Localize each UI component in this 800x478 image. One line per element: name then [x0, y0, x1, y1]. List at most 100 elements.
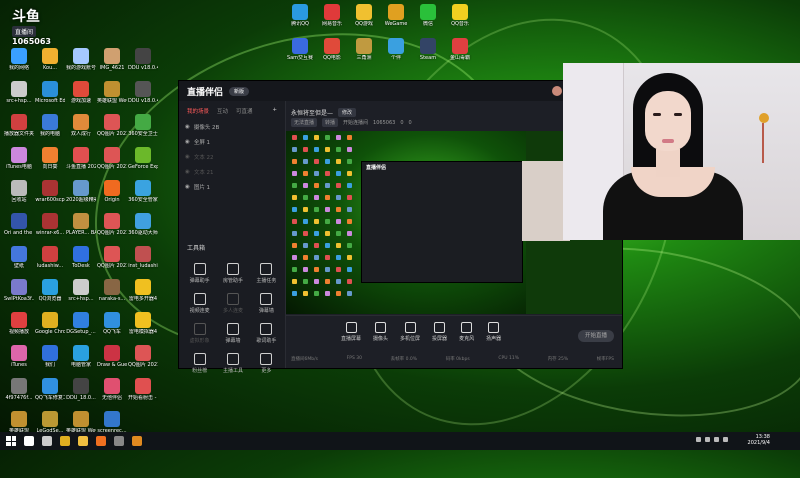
toolbox-item[interactable]: 弹幕墙 [250, 293, 283, 314]
desktop-icon[interactable]: QQ游戏 [349, 4, 379, 27]
desktop-icon[interactable]: DDU v18.0.4.2 [128, 48, 158, 71]
version-badge[interactable]: 新版 [229, 86, 250, 96]
desktop-icon[interactable]: 回收站 [4, 180, 34, 203]
desktop-icon[interactable]: QQ图片 2021050... [97, 114, 127, 137]
desktop-icon[interactable]: 双人成行 [66, 114, 96, 137]
desktop-icon[interactable]: wrar600scp [35, 180, 65, 203]
visibility-eye-icon[interactable]: ◉ [185, 154, 190, 160]
desktop-icon[interactable]: 壁纸 [4, 246, 34, 269]
toolbox-item[interactable]: 主播工具 [216, 353, 249, 374]
desktop-icon[interactable]: Kou... [35, 48, 65, 71]
desktop-icon[interactable]: 360驱动大师 [128, 213, 158, 236]
tab-interact[interactable]: 互动 [217, 107, 228, 115]
desktop-icon[interactable]: src+hsp... [4, 81, 34, 104]
desktop-icon[interactable]: 英雄联盟 WeGame版 [66, 411, 96, 434]
source-tool-button[interactable]: 直播屏幕 [341, 322, 361, 342]
desktop-icon[interactable]: QQ音乐 [445, 4, 475, 27]
desktop-icon[interactable]: 三角洲 [349, 38, 379, 61]
toolbox-item[interactable]: 房管助手 [216, 263, 249, 284]
visibility-eye-icon[interactable]: ◉ [185, 169, 190, 175]
status-pill[interactable]: 无法直播 [291, 118, 318, 127]
desktop-icon[interactable]: SwIPtKoa3f... [4, 279, 34, 302]
visibility-eye-icon[interactable]: ◉ [185, 139, 190, 145]
scene-item[interactable]: ◉ 文本 21 [179, 164, 285, 179]
desktop-icon[interactable]: PLAYER... BATTLEGR... [66, 213, 96, 236]
desktop-icon[interactable]: 无他伴侣 [97, 378, 127, 401]
desktop-icon[interactable]: DGSetup_... [66, 312, 96, 335]
desktop-icon[interactable]: QQ飞车 [97, 312, 127, 335]
toolbox-item[interactable]: 多人连麦 [216, 293, 249, 314]
source-tool-button[interactable]: 扬声器 [486, 322, 501, 342]
taskbar-task-view-icon[interactable] [42, 436, 52, 446]
source-tool-button[interactable]: 摄像头 [373, 322, 388, 342]
desktop-icon[interactable]: inst_ludashi [128, 246, 158, 269]
desktop-icon[interactable]: QQ电影 [317, 38, 347, 61]
desktop-icon[interactable]: DDU_18.0... [66, 378, 96, 401]
desktop-icon[interactable]: QQ图片 2021070... [97, 246, 127, 269]
desktop-icon[interactable]: Origin [97, 180, 127, 203]
desktop-icon[interactable]: QQ图片 2021083... [128, 345, 158, 368]
desktop-icon[interactable]: 视频播放 [4, 312, 34, 335]
desktop-icon[interactable]: Microsoft Edge [35, 81, 65, 104]
taskbar-obs-icon[interactable] [114, 436, 124, 446]
desktop-icon[interactable]: 微信 [413, 4, 443, 27]
desktop-icon[interactable]: 斗鱼直播 2021年9... [66, 147, 96, 170]
desktop-icon[interactable]: 个伴 [381, 38, 411, 61]
desktop-icon[interactable]: 电脑管家 [66, 345, 96, 368]
scene-item[interactable]: ◉ 图片 1 [179, 179, 285, 194]
desktop-icon[interactable]: 英雄联盟 WeGame版 [97, 81, 127, 104]
desktop-icon[interactable]: 腾讯QQ [285, 4, 315, 27]
desktop-icon[interactable]: Steam [413, 38, 443, 61]
taskbar-douyu-icon[interactable] [96, 436, 106, 446]
add-scene-icon[interactable]: + [272, 107, 277, 115]
desktop-icon[interactable]: 4f97476f... [4, 378, 34, 401]
desktop-icon[interactable]: 网易音乐 [317, 4, 347, 27]
taskbar-search-icon[interactable] [24, 436, 34, 446]
desktop-icon[interactable]: WeGame [381, 4, 411, 27]
desktop-icon[interactable]: naraka-s... [97, 279, 127, 302]
desktop-icon[interactable]: 雷电多开器4 [128, 279, 158, 302]
volume-icon[interactable] [723, 437, 728, 442]
desktop-icon[interactable]: 360安全卫士 [128, 114, 158, 137]
desktop-icon[interactable]: 我的游戏账号 [66, 48, 96, 71]
desktop-icon[interactable]: Draw & Guess [97, 345, 127, 368]
toolbox-item[interactable]: 粉丝榜 [183, 353, 216, 374]
scene-item[interactable]: ◉ 全屏 1 [179, 134, 285, 149]
visibility-eye-icon[interactable]: ◉ [185, 184, 190, 190]
toolbox-item[interactable]: 视频连麦 [183, 293, 216, 314]
toolbox-item[interactable]: 弹幕墙 [216, 323, 249, 344]
source-tool-button[interactable]: 投屏器 [432, 322, 447, 342]
scene-item[interactable]: ◉ 文本 22 [179, 149, 285, 164]
desktop-icon[interactable]: IMG_4621 [97, 48, 127, 71]
desktop-icon[interactable]: winrar-x6... [35, 213, 65, 236]
toolbox-item[interactable]: 更多 [250, 353, 283, 374]
toolbox-item[interactable]: 虚拟形象 [183, 323, 216, 344]
desktop-icon[interactable]: QQ图片 2021050... [97, 147, 127, 170]
start-stream-button[interactable]: 开始直播 [578, 330, 614, 342]
edit-title-button[interactable]: 修改 [338, 108, 357, 117]
user-avatar[interactable] [551, 86, 562, 96]
desktop-icon[interactable]: 开始看射击 - 直播精彩 [128, 378, 158, 401]
relay-pill[interactable]: 转播 [322, 118, 339, 127]
tab-my-scenes[interactable]: 我的场景 [187, 107, 209, 115]
desktop-icon[interactable]: Google Chrome [35, 312, 65, 335]
desktop-icon[interactable]: ludashiw... [35, 246, 65, 269]
scene-item[interactable]: ◉ 摄像头 2B [179, 119, 285, 134]
desktop-icon[interactable]: src+hsp... [66, 279, 96, 302]
desktop-icon[interactable]: ToDesk [66, 246, 96, 269]
tray-icon[interactable] [714, 437, 719, 442]
tray-icon[interactable] [696, 437, 701, 442]
source-tool-button[interactable]: 多机位屏 [400, 322, 420, 342]
desktop-icon[interactable]: QQ图片 2021050... [97, 213, 127, 236]
desktop-icon[interactable]: 2020超级精美 壁纸.jpg [66, 180, 96, 203]
desktop-icon[interactable]: 雷电模拟器4 [128, 312, 158, 335]
toolbox-item[interactable]: 歌词助手 [250, 323, 283, 344]
desktop-icon[interactable]: DDU v18.0.4.2 [128, 81, 158, 104]
desktop-icon[interactable]: QQ浏览器 [35, 279, 65, 302]
windows-start-icon[interactable] [6, 436, 16, 446]
window-titlebar[interactable]: 直播伴侣 新版 — □ ✕ [179, 81, 622, 101]
taskbar-file-explorer-icon[interactable] [78, 436, 88, 446]
desktop-icon[interactable]: 我的网络 [4, 48, 34, 71]
clock[interactable]: 13:38 2021/9/4 [748, 434, 770, 446]
desktop-icon[interactable]: QQ飞车修复工具 [35, 378, 65, 401]
